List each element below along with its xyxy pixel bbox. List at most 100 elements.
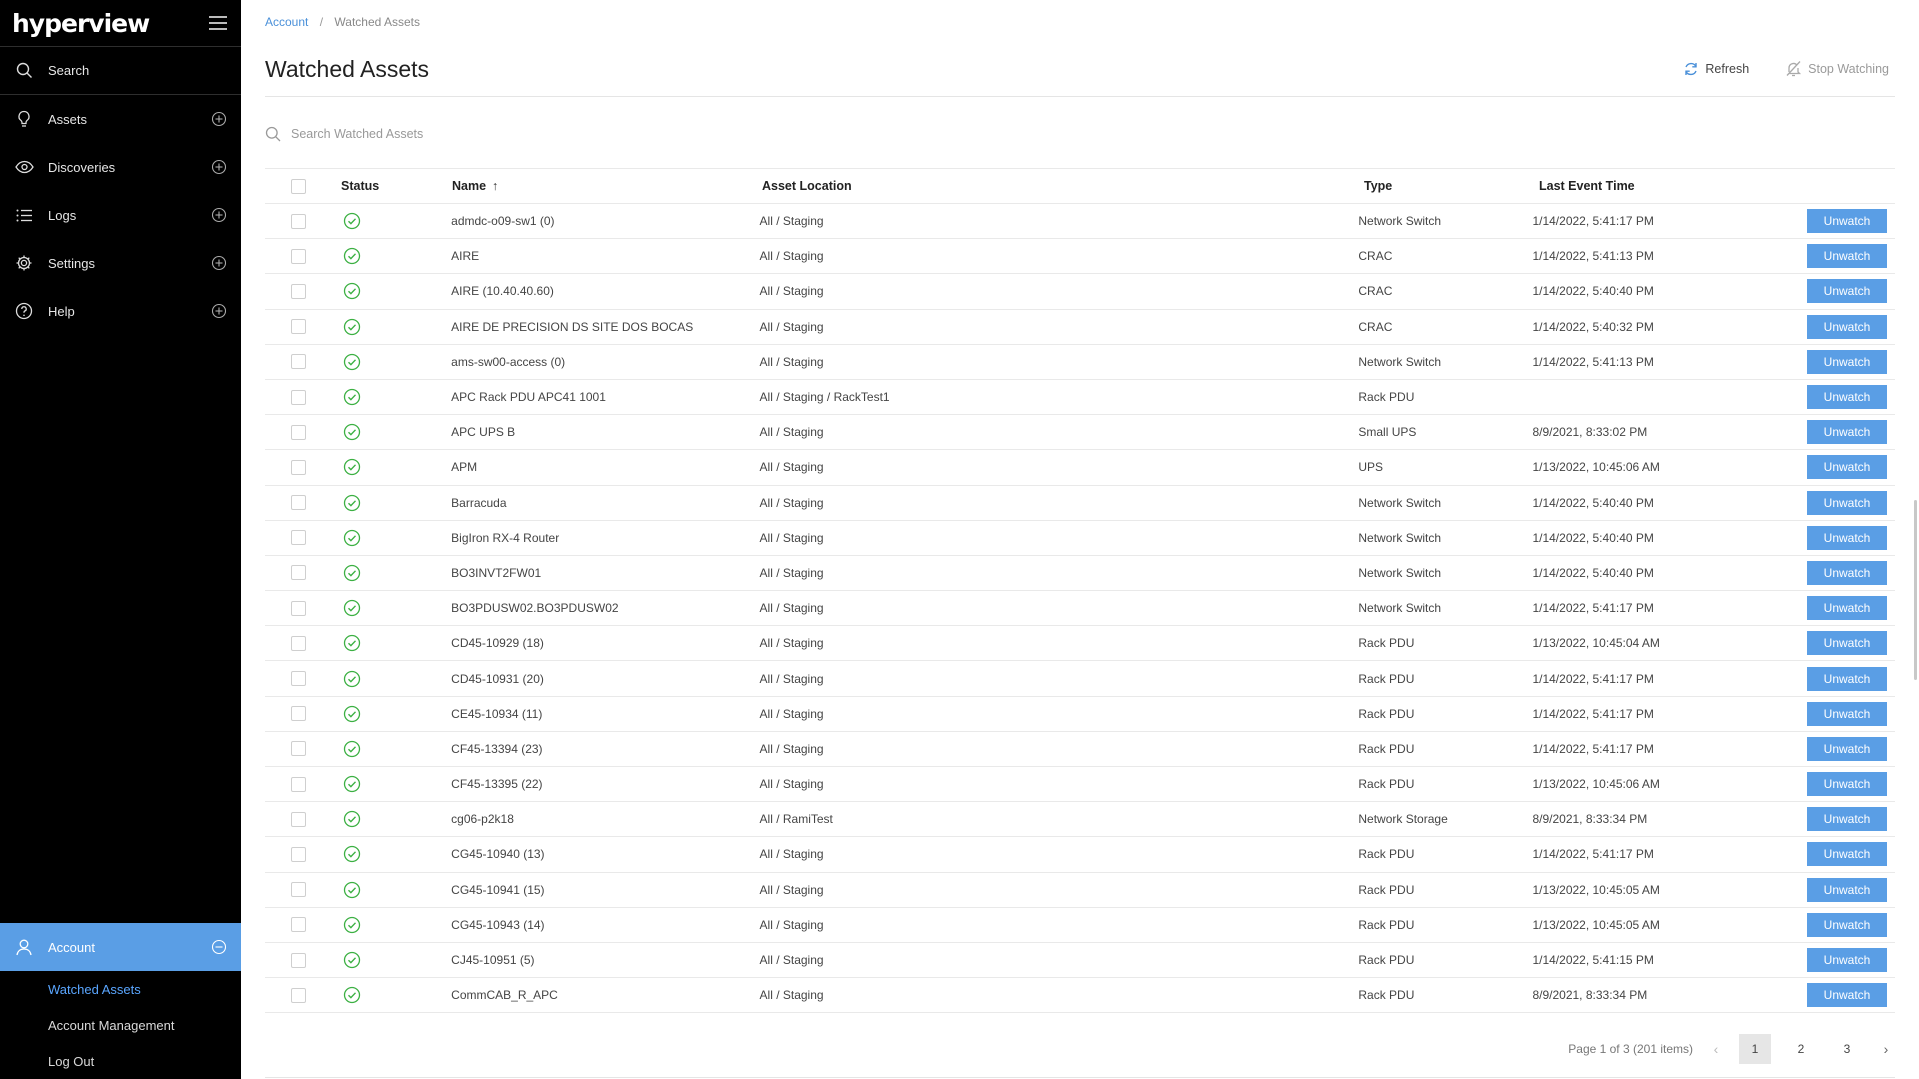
unwatch-button[interactable]: Unwatch: [1807, 314, 1887, 339]
sidebar-item-settings[interactable]: Settings: [0, 239, 241, 287]
row-checkbox[interactable]: [291, 917, 306, 933]
column-header-name[interactable]: Name ↑: [452, 179, 762, 193]
unwatch-button[interactable]: Unwatch: [1807, 244, 1887, 269]
prev-page-icon[interactable]: ‹: [1707, 1041, 1725, 1057]
table-row[interactable]: ams-sw00-access (0) All / Staging Network …: [265, 345, 1895, 380]
unwatch-button[interactable]: Unwatch: [1807, 666, 1887, 691]
unwatch-button[interactable]: Unwatch: [1807, 983, 1887, 1008]
select-all-checkbox[interactable]: [291, 178, 306, 194]
row-checkbox[interactable]: [291, 283, 306, 299]
table-row[interactable]: cg06-p2k18 All / RamiTest Network Storage 8…: [265, 802, 1895, 838]
breadcrumb-account-link[interactable]: Account: [265, 15, 308, 29]
row-checkbox[interactable]: [291, 846, 306, 862]
unwatch-button[interactable]: Unwatch: [1807, 807, 1887, 832]
unwatch-button[interactable]: Unwatch: [1807, 842, 1887, 867]
unwatch-button[interactable]: Unwatch: [1807, 420, 1887, 445]
row-checkbox[interactable]: [291, 248, 306, 264]
table-row[interactable]: BigIron RX-4 Router All / Staging Network …: [265, 521, 1895, 556]
row-checkbox[interactable]: [291, 530, 306, 546]
table-row[interactable]: CommCAB_R_APC All / Staging Rack PDU 8/9/20…: [265, 978, 1895, 1014]
unwatch-button[interactable]: Unwatch: [1807, 279, 1887, 304]
unwatch-button[interactable]: Unwatch: [1807, 948, 1887, 973]
table-row[interactable]: CE45-10934 (11) All / Staging Rack PDU 1/14…: [265, 697, 1895, 732]
row-checkbox[interactable]: [291, 882, 306, 898]
unwatch-button[interactable]: Unwatch: [1807, 385, 1887, 410]
table-row[interactable]: CJ45-10951 (5) All / Staging Rack PDU 1/14/…: [265, 943, 1895, 979]
sidebar-item-help[interactable]: Help: [0, 287, 241, 335]
row-checkbox[interactable]: [291, 354, 306, 370]
table-row[interactable]: APM All / Staging UPS 1/13/2022, 10:45:06 A…: [265, 450, 1895, 486]
unwatch-button[interactable]: Unwatch: [1807, 631, 1887, 656]
table-row[interactable]: CF45-13395 (22) All / Staging Rack PDU 1/13…: [265, 767, 1895, 803]
row-checkbox[interactable]: [291, 319, 306, 335]
table-row[interactable]: CG45-10943 (14) All / Staging Rack PDU 1/13…: [265, 908, 1895, 943]
table-row[interactable]: AIRE All / Staging CRAC 1/14/2022, 5:41:13 …: [265, 239, 1895, 275]
sidebar-search[interactable]: Search: [0, 47, 241, 95]
column-header-last-event[interactable]: Last Event Time: [1539, 179, 1815, 193]
unwatch-button[interactable]: Unwatch: [1807, 525, 1887, 550]
table-row[interactable]: admdc-o09-sw1 (0) All / Staging Network Sw…: [265, 204, 1895, 240]
expand-plus-icon[interactable]: [211, 159, 227, 175]
sidebar-item-logs[interactable]: Logs: [0, 191, 241, 239]
row-checkbox[interactable]: [291, 987, 306, 1003]
table-row[interactable]: BO3PDUSW02.BO3PDUSW02 All / Staging Networ…: [265, 591, 1895, 627]
row-checkbox[interactable]: [291, 741, 306, 757]
unwatch-button[interactable]: Unwatch: [1807, 349, 1887, 374]
row-checkbox[interactable]: [291, 424, 306, 440]
collapse-minus-icon[interactable]: [211, 939, 227, 955]
table-row[interactable]: AIRE (10.40.40.60) All / Staging CRAC 1/14/…: [265, 274, 1895, 310]
sidebar-item-assets[interactable]: Assets: [0, 95, 241, 143]
row-checkbox[interactable]: [291, 706, 306, 722]
table-row[interactable]: CG45-10940 (13) All / Staging Rack PDU 1/14…: [265, 837, 1895, 873]
page-button-1[interactable]: 1: [1739, 1034, 1771, 1064]
sidebar-subitem-log-out[interactable]: Log Out: [0, 1043, 241, 1079]
table-row[interactable]: CG45-10941 (15) All / Staging Rack PDU 1/13…: [265, 873, 1895, 908]
table-row[interactable]: CF45-13394 (23) All / Staging Rack PDU 1/14…: [265, 732, 1895, 767]
scrollbar-thumb[interactable]: [1914, 500, 1917, 680]
row-checkbox[interactable]: [291, 635, 306, 651]
unwatch-button[interactable]: Unwatch: [1807, 560, 1887, 585]
row-checkbox[interactable]: [291, 600, 306, 616]
sidebar-item-discoveries[interactable]: Discoveries: [0, 143, 241, 191]
search-input[interactable]: [289, 126, 649, 142]
table-row[interactable]: BO3INVT2FW01 All / Staging Network Switch 1…: [265, 556, 1895, 592]
expand-plus-icon[interactable]: [211, 111, 227, 127]
table-row[interactable]: AIRE DE PRECISION DS SITE DOS BOCAS All /…: [265, 310, 1895, 345]
unwatch-button[interactable]: Unwatch: [1807, 912, 1887, 937]
row-checkbox[interactable]: [291, 952, 306, 968]
row-checkbox[interactable]: [291, 811, 306, 827]
row-checkbox[interactable]: [291, 213, 306, 229]
table-row[interactable]: CD45-10931 (20) All / Staging Rack PDU 1/14…: [265, 661, 1895, 697]
unwatch-button[interactable]: Unwatch: [1807, 772, 1887, 797]
column-header-type[interactable]: Type: [1364, 179, 1539, 193]
sidebar-subitem-account-management[interactable]: Account Management: [0, 1007, 241, 1043]
page-button-2[interactable]: 2: [1785, 1034, 1817, 1064]
stop-watching-button[interactable]: Stop Watching: [1785, 60, 1889, 77]
unwatch-button[interactable]: Unwatch: [1807, 877, 1887, 902]
refresh-button[interactable]: Refresh: [1683, 60, 1749, 77]
row-checkbox[interactable]: [291, 389, 306, 405]
column-header-location[interactable]: Asset Location: [762, 179, 1364, 193]
expand-plus-icon[interactable]: [211, 207, 227, 223]
row-checkbox[interactable]: [291, 565, 306, 581]
unwatch-button[interactable]: Unwatch: [1807, 490, 1887, 515]
table-row[interactable]: APC UPS B All / Staging Small UPS 8/9/2021,…: [265, 415, 1895, 451]
sidebar-subitem-watched-assets[interactable]: Watched Assets: [0, 971, 241, 1007]
unwatch-button[interactable]: Unwatch: [1807, 596, 1887, 621]
sidebar-item-account[interactable]: Account: [0, 923, 241, 971]
expand-plus-icon[interactable]: [211, 303, 227, 319]
row-checkbox[interactable]: [291, 776, 306, 792]
unwatch-button[interactable]: Unwatch: [1807, 736, 1887, 761]
row-checkbox[interactable]: [291, 459, 306, 475]
column-header-status[interactable]: Status: [341, 179, 452, 193]
table-row[interactable]: APC Rack PDU APC41 1001 All / Staging / R…: [265, 380, 1895, 416]
page-button-3[interactable]: 3: [1831, 1034, 1863, 1064]
next-page-icon[interactable]: ›: [1877, 1041, 1895, 1057]
unwatch-button[interactable]: Unwatch: [1807, 455, 1887, 480]
row-checkbox[interactable]: [291, 671, 306, 687]
hamburger-menu-icon[interactable]: [209, 16, 227, 30]
unwatch-button[interactable]: Unwatch: [1807, 701, 1887, 726]
table-row[interactable]: CD45-10929 (18) All / Staging Rack PDU 1/13…: [265, 626, 1895, 662]
unwatch-button[interactable]: Unwatch: [1807, 209, 1887, 234]
table-row[interactable]: Barracuda All / Staging Network Switch 1/14…: [265, 486, 1895, 521]
